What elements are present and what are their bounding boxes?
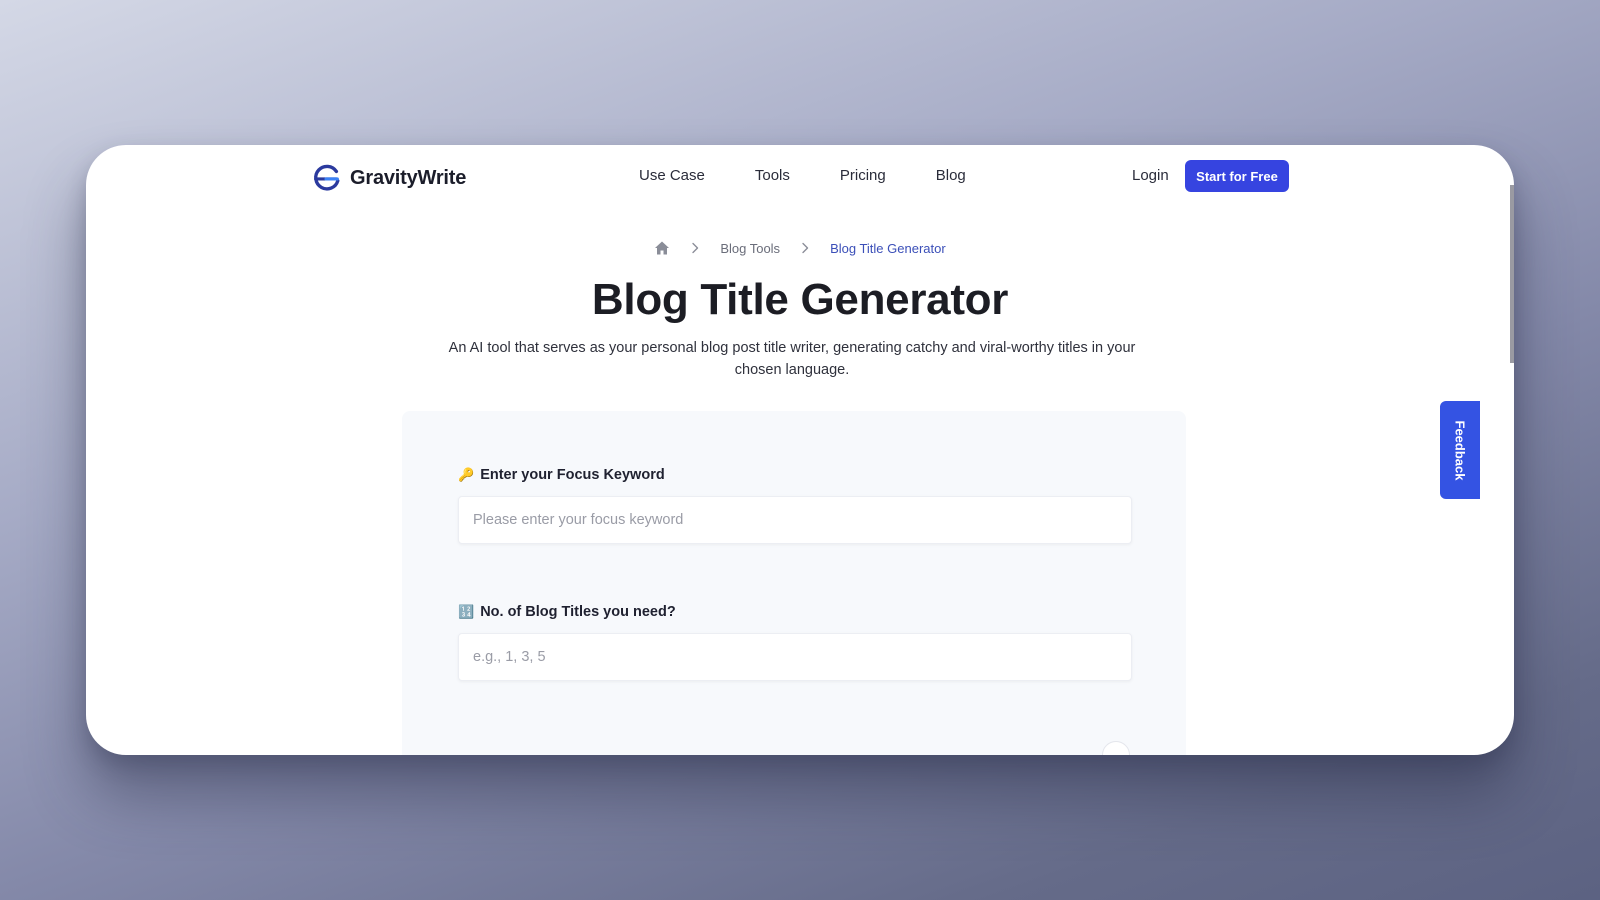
numbers-icon: 🔢	[458, 604, 475, 619]
home-icon[interactable]	[654, 240, 670, 256]
nav-item-use-case[interactable]: Use Case	[639, 167, 705, 184]
generator-form: 🔑 Enter your Focus Keyword 🔢 No. of Blog…	[402, 411, 1186, 755]
brand-logo[interactable]: GravityWrite	[312, 163, 466, 193]
breadcrumb: Blog Tools Blog Title Generator	[86, 240, 1514, 256]
chevron-right-icon	[692, 242, 699, 254]
keyword-label-text: Enter your Focus Keyword	[480, 467, 665, 483]
keyword-label: 🔑 Enter your Focus Keyword	[458, 467, 665, 483]
browser-window: GravityWrite Use Case Tools Pricing Blog…	[86, 145, 1514, 755]
breadcrumb-item-current: Blog Title Generator	[830, 240, 946, 256]
nav-item-tools[interactable]: Tools	[755, 167, 790, 184]
nav-item-pricing[interactable]: Pricing	[840, 167, 886, 184]
breadcrumb-item-blog-tools[interactable]: Blog Tools	[720, 241, 780, 256]
login-link[interactable]: Login	[1132, 167, 1169, 184]
title-count-input[interactable]	[458, 633, 1132, 681]
title-count-label-text: No. of Blog Titles you need?	[480, 604, 676, 620]
chevron-right-icon	[802, 242, 809, 254]
main-nav: Use Case Tools Pricing Blog	[639, 167, 966, 184]
feedback-tab[interactable]: Feedback	[1440, 401, 1480, 499]
brand-name: GravityWrite	[350, 166, 467, 189]
key-icon: 🔑	[458, 467, 475, 482]
feedback-label: Feedback	[1452, 420, 1468, 480]
page-title: Blog Title Generator	[591, 275, 1009, 324]
focus-keyword-input[interactable]	[458, 496, 1132, 544]
nav-item-blog[interactable]: Blog	[936, 167, 966, 184]
title-count-label: 🔢 No. of Blog Titles you need?	[458, 604, 676, 620]
page-subtitle: An AI tool that serves as your personal …	[448, 340, 1136, 378]
scrollbar-thumb[interactable]	[1510, 185, 1514, 363]
site-header: GravityWrite Use Case Tools Pricing Blog…	[86, 145, 1514, 210]
partial-circle-control[interactable]	[1102, 741, 1130, 755]
start-for-free-button[interactable]: Start for Free	[1185, 160, 1289, 192]
gravitywrite-logo-icon	[314, 164, 340, 191]
